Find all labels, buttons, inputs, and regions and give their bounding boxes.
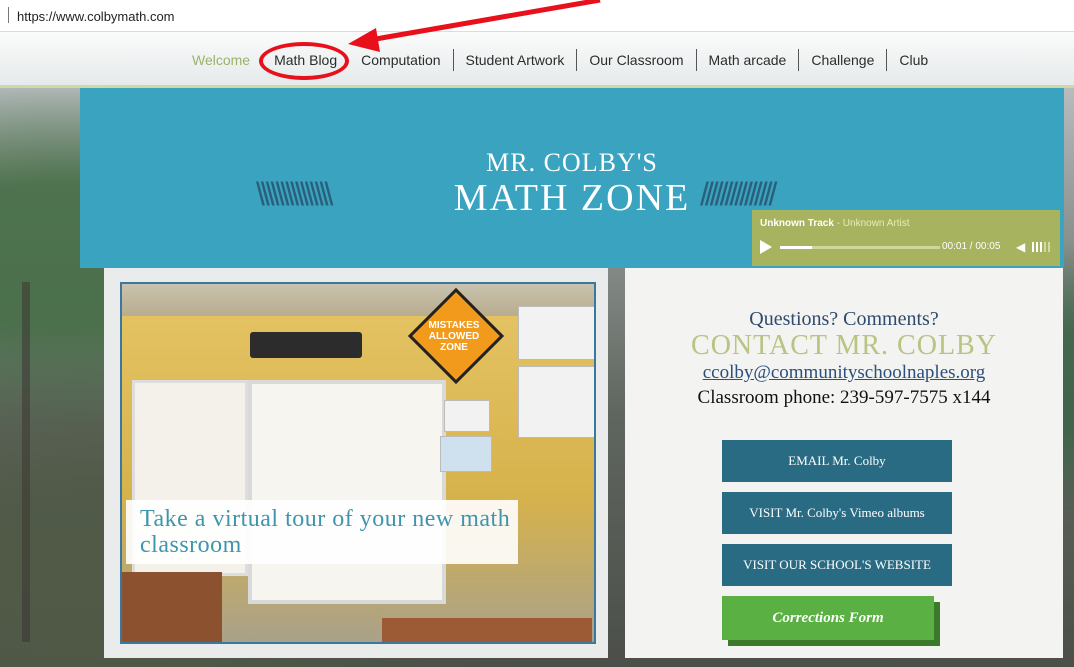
banner-deco-right: /////////////// xyxy=(700,176,777,212)
volume-bar xyxy=(1048,242,1050,252)
sign-text: MISTAKES ALLOWED ZONE xyxy=(428,320,480,353)
volume-icon[interactable]: ◀ xyxy=(1016,240,1025,254)
palm-trunk xyxy=(22,282,30,642)
desk xyxy=(122,572,222,642)
classroom-phone: Classroom phone: 239-597-7575 x144 xyxy=(697,387,991,408)
vimeo-button[interactable]: VISIT Mr. Colby's Vimeo albums xyxy=(722,492,952,534)
classroom-photo-link[interactable]: MISTAKES ALLOWED ZONE Take a virtual tou… xyxy=(120,282,596,644)
volume-level[interactable] xyxy=(1032,242,1050,252)
questions-heading: Questions? Comments? xyxy=(749,308,939,330)
track-info: Unknown Track - Unknown Artist xyxy=(760,218,910,229)
math-poster xyxy=(440,436,492,472)
progress-bar[interactable] xyxy=(780,246,940,249)
math-poster xyxy=(518,306,594,360)
audio-player: Unknown Track - Unknown Artist 00:01 / 0… xyxy=(752,210,1060,266)
corrections-form-button[interactable]: Corrections Form xyxy=(722,596,934,640)
time-display: 00:01 / 00:05 xyxy=(942,241,1001,252)
annotation-arrow-line xyxy=(369,0,601,43)
annotation-arrow xyxy=(348,0,601,52)
math-poster xyxy=(444,400,490,432)
volume-bar xyxy=(1044,242,1046,252)
volume-bar xyxy=(1040,242,1042,252)
progress-fill xyxy=(780,246,812,249)
banner-subtitle: MR. COLBY'S xyxy=(486,148,658,177)
math-poster xyxy=(518,366,594,438)
volume-bar xyxy=(1036,242,1038,252)
contact-title: CONTACT MR. COLBY xyxy=(691,330,997,361)
projector xyxy=(250,332,362,358)
tour-caption[interactable]: Take a virtual tour of your new math cla… xyxy=(140,506,520,558)
track-separator: - xyxy=(833,218,843,229)
track-name: Unknown Track xyxy=(760,218,834,229)
annotation-circle xyxy=(259,42,349,80)
school-website-button[interactable]: VISIT OUR SCHOOL'S WEBSITE xyxy=(722,544,952,586)
play-icon[interactable] xyxy=(760,240,772,254)
email-link[interactable]: ccolby@communityschoolnaples.org xyxy=(625,362,1063,384)
smart-board xyxy=(248,380,446,604)
artist-name: Unknown Artist xyxy=(842,218,910,229)
desk xyxy=(382,618,592,642)
volume-bar xyxy=(1032,242,1034,252)
email-button[interactable]: EMAIL Mr. Colby xyxy=(722,440,952,482)
annotation-arrow-head xyxy=(348,28,380,52)
